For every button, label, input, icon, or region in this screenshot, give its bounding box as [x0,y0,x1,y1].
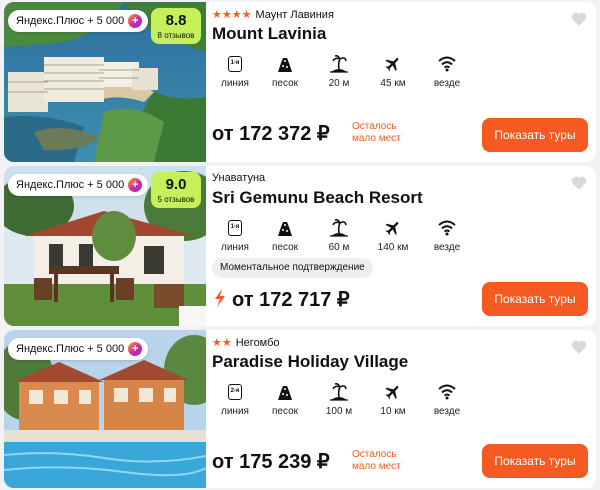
sand-icon [278,386,292,400]
feature-sand: песок [258,218,312,253]
beach-distance-icon [330,219,348,237]
seats-left-note: Осталось мало мест [352,121,401,144]
feature-airport-distance: 45 км [366,54,420,89]
feature-list: 1-я линия песок 60 м 140 км везде [212,218,474,253]
feature-lane: 1-я линия [212,218,258,253]
feature-list: 2-я линия песок 100 м 10 км везде [212,382,474,417]
feature-list: 1-я линия песок 20 м 45 км везде [212,54,474,89]
plus-cashback-badge: Яндекс.Плюс + 5 000 [8,10,149,32]
hotel-name[interactable]: Paradise Holiday Village [212,352,408,372]
favorite-heart-icon[interactable] [570,174,588,192]
beach-distance-icon [330,55,348,73]
wifi-icon [438,56,456,72]
favorite-heart-icon[interactable] [570,10,588,28]
star-rating: ★★ [212,337,232,349]
instant-confirmation-chip: Моментальное подтверждение [212,258,373,278]
feature-airport-distance: 140 км [366,218,420,253]
feature-airport-distance: 10 км [366,382,420,417]
hotel-location: ★★★★ Маунт Лавиния [212,8,334,22]
lane-2-icon: 2-я [228,384,242,400]
tour-price: от 172 372 ₽ [212,123,330,145]
feature-wifi: везде [420,382,474,417]
airport-distance-icon [385,222,399,235]
show-tours-button[interactable]: Показать туры [482,118,588,152]
feature-lane: 1-я линия [212,54,258,89]
show-tours-button[interactable]: Показать туры [482,282,588,316]
feature-beach-distance: 20 м [312,54,366,89]
hotel-card[interactable]: Яндекс.Плюс + 5 000 9.0 5 отзывов Унават… [4,166,596,326]
rating-badge: 9.0 5 отзывов [151,172,201,208]
yandex-plus-icon [128,342,143,356]
wifi-icon [438,220,456,236]
lane-1-icon: 1-я [228,220,242,236]
hotel-location: ★★ Негомбо [212,336,280,350]
plus-cashback-badge: Яндекс.Плюс + 5 000 [8,338,149,360]
feature-lane: 2-я линия [212,382,258,417]
hotel-name[interactable]: Mount Lavinia [212,24,326,44]
rating-badge: 8.8 8 отзывов [151,8,201,44]
hotel-card[interactable]: Яндекс.Плюс + 5 000 8.8 8 отзывов ★★★★ М… [4,2,596,162]
wifi-icon [438,384,456,400]
airport-distance-icon [385,58,399,71]
tour-price: от 175 239 ₽ [212,451,330,473]
feature-wifi: везде [420,218,474,253]
lightning-icon [215,289,225,307]
sand-icon [278,222,292,236]
plus-cashback-badge: Яндекс.Плюс + 5 000 [8,174,149,196]
airport-distance-icon [385,386,399,399]
show-tours-button[interactable]: Показать туры [482,444,588,478]
tour-price: от 172 717 ₽ [232,289,350,311]
feature-beach-distance: 60 м [312,218,366,253]
hotel-location: Унаватуна [212,172,266,184]
hotel-name[interactable]: Sri Gemunu Beach Resort [212,188,423,208]
star-rating: ★★★★ [212,9,252,21]
yandex-plus-icon [128,14,143,28]
favorite-heart-icon[interactable] [570,338,588,356]
hotel-card[interactable]: Яндекс.Плюс + 5 000 ★★ Негомбо Paradise … [4,330,596,488]
feature-beach-distance: 100 м [312,382,366,417]
feature-wifi: везде [420,54,474,89]
yandex-plus-icon [128,178,143,192]
sand-icon [278,58,292,72]
seats-left-note: Осталось мало мест [352,449,401,472]
lane-1-icon: 1-я [228,56,242,72]
feature-sand: песок [258,54,312,89]
feature-sand: песок [258,382,312,417]
beach-distance-icon [330,383,348,401]
